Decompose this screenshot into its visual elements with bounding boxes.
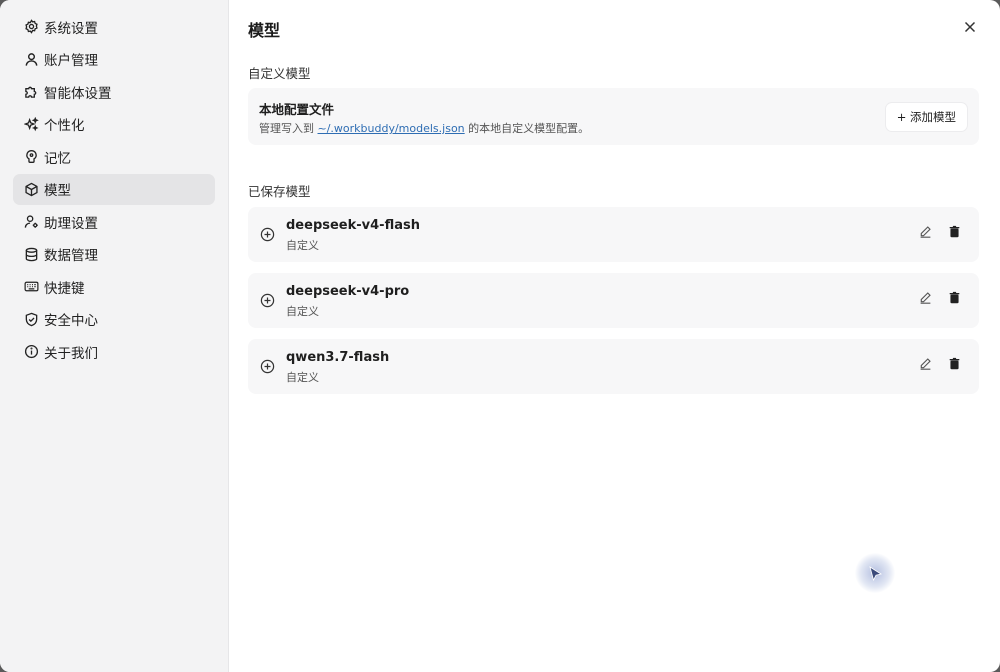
- add-circle-icon[interactable]: [260, 227, 275, 242]
- sidebar-item-label: 关于我们: [44, 345, 98, 362]
- edit-icon[interactable]: [919, 289, 932, 304]
- sidebar-item-shortcuts[interactable]: 快捷键: [13, 271, 215, 302]
- user-icon: [24, 52, 39, 67]
- config-desc-suffix: 的本地自定义模型配置。: [464, 122, 590, 135]
- brain-icon: [24, 149, 39, 164]
- close-icon[interactable]: [962, 19, 978, 35]
- sidebar-item-label: 系统设置: [44, 20, 98, 37]
- sidebar-item-memory[interactable]: 记忆: [13, 141, 215, 172]
- sidebar-item-assistant-settings[interactable]: 助理设置: [13, 206, 215, 237]
- add-circle-icon[interactable]: [260, 359, 275, 374]
- sidebar-item-label: 账户管理: [44, 53, 98, 69]
- trash-icon[interactable]: [948, 289, 961, 304]
- sidebar-item-label: 智能体设置: [44, 85, 112, 102]
- sidebar-item-account[interactable]: 账户管理: [13, 44, 215, 75]
- sidebar-item-models[interactable]: 模型: [13, 173, 215, 205]
- sidebar-item-security[interactable]: 安全中心: [13, 304, 215, 335]
- add-circle-icon[interactable]: [260, 293, 275, 308]
- sparkle-icon: [24, 116, 39, 132]
- model-item[interactable]: deepseek-v4-pro 自定义: [248, 273, 979, 328]
- sidebar-item-agent-settings[interactable]: 智能体设置: [13, 76, 215, 107]
- edit-icon[interactable]: [919, 355, 932, 370]
- model-type: 自定义: [286, 371, 319, 384]
- sidebar-item-label: 模型: [44, 183, 71, 199]
- trash-icon[interactable]: [948, 223, 961, 238]
- add-model-button[interactable]: + 添加模型: [885, 103, 967, 131]
- puzzle-icon: [24, 84, 39, 99]
- sidebar-item-data-management[interactable]: 数据管理: [13, 239, 215, 270]
- user-gear-icon: [24, 214, 39, 229]
- sidebar-item-label: 快捷键: [44, 280, 85, 297]
- sidebar-item-about[interactable]: 关于我们: [13, 336, 215, 367]
- config-desc-prefix: 管理写入到: [259, 122, 318, 135]
- sidebar-item-label: 个性化: [44, 118, 85, 134]
- settings-window: 系统设置 账户管理 智能体设置 个性化 记忆 模型 助理设置 数据管理 快捷键 …: [0, 0, 1000, 672]
- model-item[interactable]: deepseek-v4-flash 自定义: [248, 207, 979, 262]
- saved-models-section-label: 已保存模型: [248, 184, 311, 199]
- model-type: 自定义: [286, 239, 319, 252]
- config-file-link[interactable]: ~/.workbuddy/models.json: [318, 122, 465, 135]
- page-title: 模型: [248, 21, 281, 40]
- shield-icon: [24, 312, 39, 327]
- config-card-description: 管理写入到 ~/.workbuddy/models.json 的本地自定义模型配…: [259, 120, 589, 136]
- local-config-card: 本地配置文件 管理写入到 ~/.workbuddy/models.json 的本…: [248, 88, 979, 145]
- database-icon: [24, 247, 39, 262]
- settings-sidebar: 系统设置 账户管理 智能体设置 个性化 记忆 模型 助理设置 数据管理 快捷键 …: [0, 0, 229, 672]
- sidebar-item-label: 安全中心: [44, 313, 98, 329]
- sidebar-item-label: 助理设置: [44, 215, 98, 232]
- sidebar-item-personalization[interactable]: 个性化: [13, 109, 215, 140]
- sidebar-item-label: 数据管理: [44, 248, 98, 264]
- model-name: deepseek-v4-flash: [286, 218, 420, 233]
- custom-models-section-label: 自定义模型: [248, 66, 311, 81]
- cube-icon: [24, 182, 39, 197]
- sidebar-item-label: 记忆: [44, 150, 71, 167]
- info-icon: [24, 344, 39, 359]
- mouse-cursor-icon: [855, 553, 895, 593]
- model-item[interactable]: qwen3.7-flash 自定义: [248, 339, 979, 394]
- main-content: 模型 自定义模型 本地配置文件 管理写入到 ~/.workbuddy/model…: [229, 0, 1000, 672]
- trash-icon[interactable]: [948, 355, 961, 370]
- model-type: 自定义: [286, 305, 319, 318]
- keyboard-icon: [24, 279, 39, 294]
- config-card-title: 本地配置文件: [259, 102, 335, 117]
- model-name: deepseek-v4-pro: [286, 284, 410, 299]
- sidebar-item-system-settings[interactable]: 系统设置: [13, 11, 215, 42]
- edit-icon[interactable]: [919, 223, 932, 238]
- gear-icon: [24, 19, 39, 34]
- model-name: qwen3.7-flash: [286, 350, 390, 365]
